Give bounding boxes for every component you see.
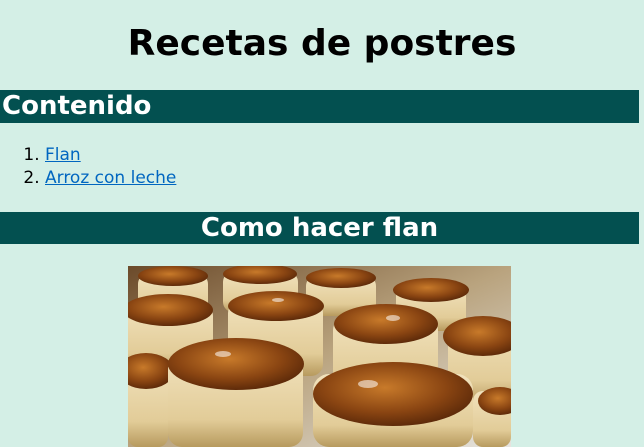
contents-heading: Contenido <box>0 90 639 123</box>
toc-link-arroz-con-leche[interactable]: Arroz con leche <box>45 168 176 188</box>
page-title: Recetas de postres <box>127 23 517 64</box>
toc-item-arroz-con-leche: Arroz con leche <box>45 167 176 190</box>
flan-photo <box>128 266 511 447</box>
toc-link-flan[interactable]: Flan <box>45 145 81 165</box>
flan-section-heading: Como hacer flan <box>0 212 639 244</box>
table-of-contents: Flan Arroz con leche <box>0 144 176 190</box>
flan-photo-illustration <box>128 266 511 447</box>
toc-item-flan: Flan <box>45 144 176 167</box>
